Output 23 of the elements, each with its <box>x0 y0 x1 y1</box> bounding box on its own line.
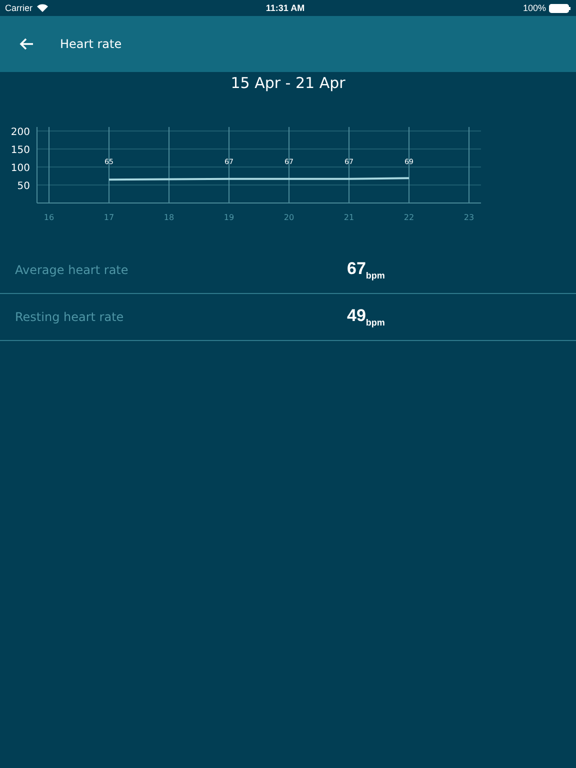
x-tick-label: 18 <box>164 213 174 222</box>
y-tick-label: 50 <box>17 181 30 192</box>
stat-value: 67$_{bpm}$ <box>347 259 385 281</box>
x-tick-label: 22 <box>404 213 414 222</box>
wifi-icon <box>36 4 48 12</box>
date-range: 15 Apr - 21 Apr <box>230 73 346 94</box>
y-tick-label: 150 <box>10 145 30 156</box>
screen-title: Heart rate <box>60 37 122 51</box>
x-tick-label: 17 <box>104 213 114 222</box>
clock-time: 11:31 AM <box>266 3 305 13</box>
battery-icon <box>548 4 571 12</box>
carrier-label: Carrier <box>5 3 33 13</box>
battery-percent: 100% <box>522 3 546 13</box>
stat-label: Resting heart rate <box>14 310 125 324</box>
x-tick-label: 16 <box>44 213 54 222</box>
x-tick-label: 23 <box>464 213 474 222</box>
y-tick-label: 100 <box>10 163 30 174</box>
y-tick-label: 200 <box>10 127 30 138</box>
x-tick-label: 21 <box>344 213 354 222</box>
x-tick-label: 19 <box>224 213 234 222</box>
x-tick-label: 20 <box>284 213 294 222</box>
stat-value: 49$_{bpm}$ <box>347 306 385 328</box>
stat-label: Average heart rate <box>14 263 130 277</box>
